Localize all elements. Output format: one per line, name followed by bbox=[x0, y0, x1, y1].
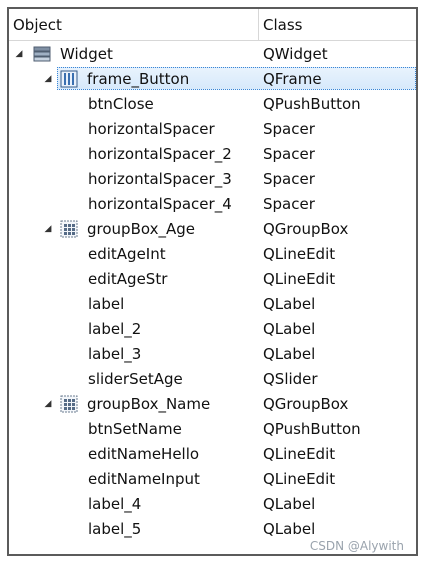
object-name: sliderSetAge bbox=[88, 369, 183, 388]
tree-row-label-3[interactable]: label_3 QLabel bbox=[9, 341, 416, 366]
tree-header: Object Class bbox=[9, 9, 416, 41]
object-name: groupBox_Name bbox=[87, 394, 211, 413]
class-name: QFrame bbox=[263, 69, 322, 88]
class-name: QPushButton bbox=[263, 94, 361, 113]
tree-row-editnameinput[interactable]: editNameInput QLineEdit bbox=[9, 466, 416, 491]
tree-row-horizontalspacer[interactable]: horizontalSpacer Spacer bbox=[9, 116, 416, 141]
object-name: horizontalSpacer_3 bbox=[88, 169, 232, 188]
object-name: label_3 bbox=[88, 344, 142, 363]
object-name: label_5 bbox=[88, 519, 142, 538]
tree-row-horizontalspacer-2[interactable]: horizontalSpacer_2 Spacer bbox=[9, 141, 416, 166]
expand-arrow-icon[interactable]: ◢ bbox=[42, 223, 54, 235]
object-name: groupBox_Age bbox=[87, 219, 195, 238]
tree-row-horizontalspacer-3[interactable]: horizontalSpacer_3 Spacer bbox=[9, 166, 416, 191]
class-name: QLineEdit bbox=[263, 269, 336, 288]
object-tree: ◢ Widget QWidget ◢ frame_Button QFrame b… bbox=[9, 41, 416, 541]
tree-row-editnamehello[interactable]: editNameHello QLineEdit bbox=[9, 441, 416, 466]
object-name: editAgeStr bbox=[88, 269, 168, 288]
header-class-label: Class bbox=[263, 15, 303, 34]
class-name: Spacer bbox=[263, 169, 315, 188]
object-name: label_2 bbox=[88, 319, 142, 338]
header-object-column[interactable]: Object bbox=[9, 9, 259, 40]
object-name: Widget bbox=[60, 44, 113, 63]
widget-stack-icon bbox=[33, 45, 51, 63]
class-name: QWidget bbox=[263, 44, 328, 63]
object-name: editNameInput bbox=[88, 469, 200, 488]
frame-bars-icon bbox=[60, 70, 78, 88]
tree-row-frame-button[interactable]: ◢ frame_Button QFrame bbox=[9, 66, 416, 91]
class-name: QLabel bbox=[263, 319, 316, 338]
class-name: QGroupBox bbox=[263, 394, 349, 413]
class-name: Spacer bbox=[263, 119, 315, 138]
object-name: label bbox=[88, 294, 125, 313]
object-name: btnClose bbox=[88, 94, 154, 113]
tree-row-widget[interactable]: ◢ Widget QWidget bbox=[9, 41, 416, 66]
class-name: QLineEdit bbox=[263, 244, 336, 263]
header-class-column[interactable]: Class bbox=[259, 9, 416, 40]
groupbox-grid-icon bbox=[60, 220, 78, 238]
class-name: QLabel bbox=[263, 344, 316, 363]
object-inspector-panel: Object Class ◢ Widget QWidget ◢ frame_Bu… bbox=[7, 7, 418, 556]
object-name: frame_Button bbox=[87, 69, 190, 88]
object-name: editNameHello bbox=[88, 444, 200, 463]
object-name: horizontalSpacer_2 bbox=[88, 144, 232, 163]
tree-row-btnsetname[interactable]: btnSetName QPushButton bbox=[9, 416, 416, 441]
groupbox-grid-icon bbox=[60, 395, 78, 413]
class-name: QGroupBox bbox=[263, 219, 349, 238]
header-object-label: Object bbox=[13, 15, 62, 34]
class-name: QPushButton bbox=[263, 419, 361, 438]
tree-row-editageint[interactable]: editAgeInt QLineEdit bbox=[9, 241, 416, 266]
tree-row-label[interactable]: label QLabel bbox=[9, 291, 416, 316]
expand-arrow-icon[interactable]: ◢ bbox=[13, 48, 25, 60]
object-name: editAgeInt bbox=[88, 244, 166, 263]
tree-row-label-5[interactable]: label_5 QLabel bbox=[9, 516, 416, 541]
tree-row-label-4[interactable]: label_4 QLabel bbox=[9, 491, 416, 516]
watermark-text: CSDN @Alywith bbox=[309, 539, 404, 553]
tree-row-groupbox-name[interactable]: ◢ groupBox_Name QGroupBox bbox=[9, 391, 416, 416]
class-name: QLabel bbox=[263, 494, 316, 513]
tree-row-slidersetage[interactable]: sliderSetAge QSlider bbox=[9, 366, 416, 391]
object-name: label_4 bbox=[88, 494, 142, 513]
class-name: QLabel bbox=[263, 519, 316, 538]
tree-row-editagestr[interactable]: editAgeStr QLineEdit bbox=[9, 266, 416, 291]
expand-arrow-icon[interactable]: ◢ bbox=[42, 398, 54, 410]
tree-row-groupbox-age[interactable]: ◢ groupBox_Age QGroupBox bbox=[9, 216, 416, 241]
tree-row-horizontalspacer-4[interactable]: horizontalSpacer_4 Spacer bbox=[9, 191, 416, 216]
object-name: btnSetName bbox=[88, 419, 182, 438]
object-name: horizontalSpacer bbox=[88, 119, 215, 138]
class-name: QLineEdit bbox=[263, 444, 336, 463]
class-name: QLineEdit bbox=[263, 469, 336, 488]
class-name: QLabel bbox=[263, 294, 316, 313]
class-name: Spacer bbox=[263, 194, 315, 213]
object-name: horizontalSpacer_4 bbox=[88, 194, 232, 213]
class-name: QSlider bbox=[263, 369, 318, 388]
class-name: Spacer bbox=[263, 144, 315, 163]
expand-arrow-icon[interactable]: ◢ bbox=[42, 73, 54, 85]
tree-row-label-2[interactable]: label_2 QLabel bbox=[9, 316, 416, 341]
tree-row-btnclose[interactable]: btnClose QPushButton bbox=[9, 91, 416, 116]
